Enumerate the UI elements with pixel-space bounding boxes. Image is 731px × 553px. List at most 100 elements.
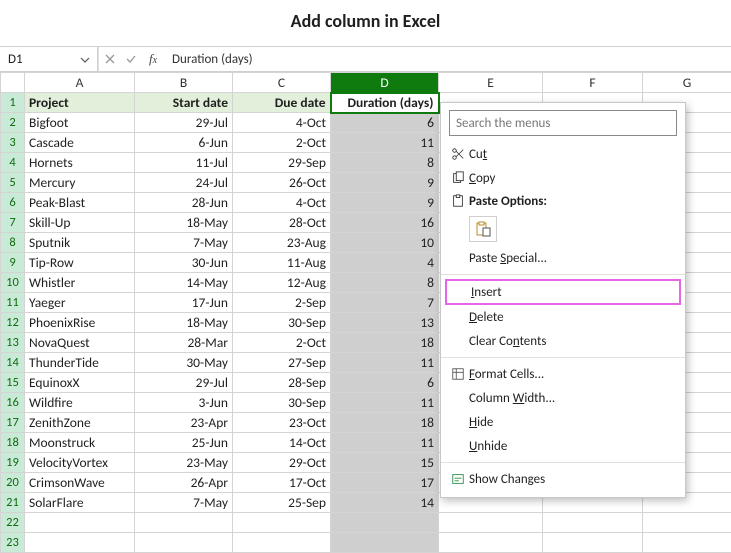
row-header[interactable]: 14 bbox=[1, 353, 25, 373]
cell[interactable]: 3-Jun bbox=[135, 393, 233, 413]
cell[interactable]: Duration (days) bbox=[331, 93, 439, 113]
select-all-corner[interactable] bbox=[1, 73, 25, 93]
row-header[interactable]: 20 bbox=[1, 473, 25, 493]
context-menu-cut[interactable]: Cut bbox=[441, 142, 685, 166]
cell[interactable]: 16 bbox=[331, 213, 439, 233]
cell[interactable]: 23-Aug bbox=[233, 233, 331, 253]
context-menu-column-width[interactable]: Column Width... bbox=[441, 386, 685, 410]
accept-formula-button[interactable] bbox=[120, 47, 142, 71]
row-header[interactable]: 15 bbox=[1, 373, 25, 393]
cell[interactable]: 29-Oct bbox=[233, 453, 331, 473]
cell[interactable]: 4 bbox=[331, 253, 439, 273]
cell[interactable]: 18 bbox=[331, 413, 439, 433]
cell[interactable]: 14 bbox=[331, 493, 439, 513]
cell[interactable] bbox=[233, 513, 331, 533]
cell[interactable]: 18 bbox=[331, 333, 439, 353]
row-header[interactable]: 2 bbox=[1, 113, 25, 133]
column-header-f[interactable]: F bbox=[543, 73, 643, 93]
cell[interactable]: Hornets bbox=[25, 153, 135, 173]
context-menu-hide[interactable]: Hide bbox=[441, 410, 685, 434]
column-header-c[interactable]: C bbox=[233, 73, 331, 93]
cell[interactable]: Start date bbox=[135, 93, 233, 113]
cell[interactable] bbox=[543, 533, 643, 553]
cell[interactable]: 23-Apr bbox=[135, 413, 233, 433]
cell[interactable]: 8 bbox=[331, 273, 439, 293]
cell[interactable] bbox=[135, 513, 233, 533]
context-menu-search[interactable]: Search the menus bbox=[449, 110, 677, 136]
cell[interactable]: 24-Jul bbox=[135, 173, 233, 193]
row-header[interactable]: 19 bbox=[1, 453, 25, 473]
cell[interactable]: ZenithZone bbox=[25, 413, 135, 433]
context-menu-unhide[interactable]: Unhide bbox=[441, 434, 685, 458]
cell[interactable]: 25-Sep bbox=[233, 493, 331, 513]
cell[interactable]: 28-Oct bbox=[233, 213, 331, 233]
context-menu-paste-special[interactable]: Paste Special... bbox=[441, 246, 685, 270]
cell[interactable] bbox=[331, 513, 439, 533]
cell[interactable]: 17-Oct bbox=[233, 473, 331, 493]
context-menu-delete[interactable]: Delete bbox=[441, 305, 685, 329]
column-header-a[interactable]: A bbox=[25, 73, 135, 93]
cell[interactable] bbox=[439, 513, 543, 533]
cell[interactable]: 11 bbox=[331, 393, 439, 413]
row-header[interactable]: 3 bbox=[1, 133, 25, 153]
cell[interactable]: 17-Jun bbox=[135, 293, 233, 313]
cell[interactable]: EquinoxX bbox=[25, 373, 135, 393]
cell[interactable]: 6 bbox=[331, 373, 439, 393]
row-header[interactable]: 21 bbox=[1, 493, 25, 513]
row-header[interactable]: 17 bbox=[1, 413, 25, 433]
cell[interactable]: 7-May bbox=[135, 493, 233, 513]
cell[interactable]: Sputnik bbox=[25, 233, 135, 253]
row-header[interactable]: 13 bbox=[1, 333, 25, 353]
cell[interactable]: 7 bbox=[331, 293, 439, 313]
cell[interactable] bbox=[439, 533, 543, 553]
cancel-formula-button[interactable] bbox=[98, 47, 120, 71]
cell[interactable]: Mercury bbox=[25, 173, 135, 193]
cell[interactable]: 27-Sep bbox=[233, 353, 331, 373]
paste-button[interactable] bbox=[469, 216, 497, 242]
cell[interactable]: 9 bbox=[331, 173, 439, 193]
cell[interactable]: Yaeger bbox=[25, 293, 135, 313]
cell[interactable]: Skill-Up bbox=[25, 213, 135, 233]
cell[interactable]: Due date bbox=[233, 93, 331, 113]
row-header[interactable]: 16 bbox=[1, 393, 25, 413]
cell[interactable]: PhoenixRise bbox=[25, 313, 135, 333]
cell[interactable]: SolarFlare bbox=[25, 493, 135, 513]
cell[interactable]: ThunderTide bbox=[25, 353, 135, 373]
column-header-e[interactable]: E bbox=[439, 73, 543, 93]
cell[interactable]: 30-Sep bbox=[233, 313, 331, 333]
cell[interactable]: 10 bbox=[331, 233, 439, 253]
row-header[interactable]: 4 bbox=[1, 153, 25, 173]
cell[interactable]: 23-May bbox=[135, 453, 233, 473]
cell[interactable]: CrimsonWave bbox=[25, 473, 135, 493]
cell[interactable]: Cascade bbox=[25, 133, 135, 153]
context-menu-show-changes[interactable]: Show Changes bbox=[441, 467, 685, 491]
cell[interactable]: 11 bbox=[331, 133, 439, 153]
row-header[interactable]: 12 bbox=[1, 313, 25, 333]
cell[interactable]: 29-Jul bbox=[135, 373, 233, 393]
cell[interactable] bbox=[135, 533, 233, 553]
row-header[interactable]: 10 bbox=[1, 273, 25, 293]
cell[interactable]: 29-Sep bbox=[233, 153, 331, 173]
cell[interactable] bbox=[643, 533, 731, 553]
cell[interactable]: 8 bbox=[331, 153, 439, 173]
cell[interactable]: 2-Sep bbox=[233, 293, 331, 313]
cell[interactable]: 9 bbox=[331, 193, 439, 213]
row-header[interactable]: 1 bbox=[1, 93, 25, 113]
cell[interactable]: 30-May bbox=[135, 353, 233, 373]
cell[interactable]: 28-Mar bbox=[135, 333, 233, 353]
row-header[interactable]: 18 bbox=[1, 433, 25, 453]
cell[interactable]: 11-Aug bbox=[233, 253, 331, 273]
row-header[interactable]: 23 bbox=[1, 533, 25, 553]
cell[interactable]: NovaQuest bbox=[25, 333, 135, 353]
cell[interactable]: 30-Sep bbox=[233, 393, 331, 413]
context-menu-format-cells[interactable]: Format Cells... bbox=[441, 362, 685, 386]
row-header[interactable]: 5 bbox=[1, 173, 25, 193]
context-menu-insert[interactable]: Insert bbox=[445, 279, 681, 305]
cell[interactable] bbox=[643, 513, 731, 533]
cell[interactable]: 2-Oct bbox=[233, 133, 331, 153]
cell[interactable] bbox=[233, 533, 331, 553]
context-menu-clear-contents[interactable]: Clear Contents bbox=[441, 329, 685, 353]
cell[interactable]: Peak-Blast bbox=[25, 193, 135, 213]
cell[interactable]: 6 bbox=[331, 113, 439, 133]
formula-input[interactable]: Duration (days) bbox=[164, 47, 731, 71]
